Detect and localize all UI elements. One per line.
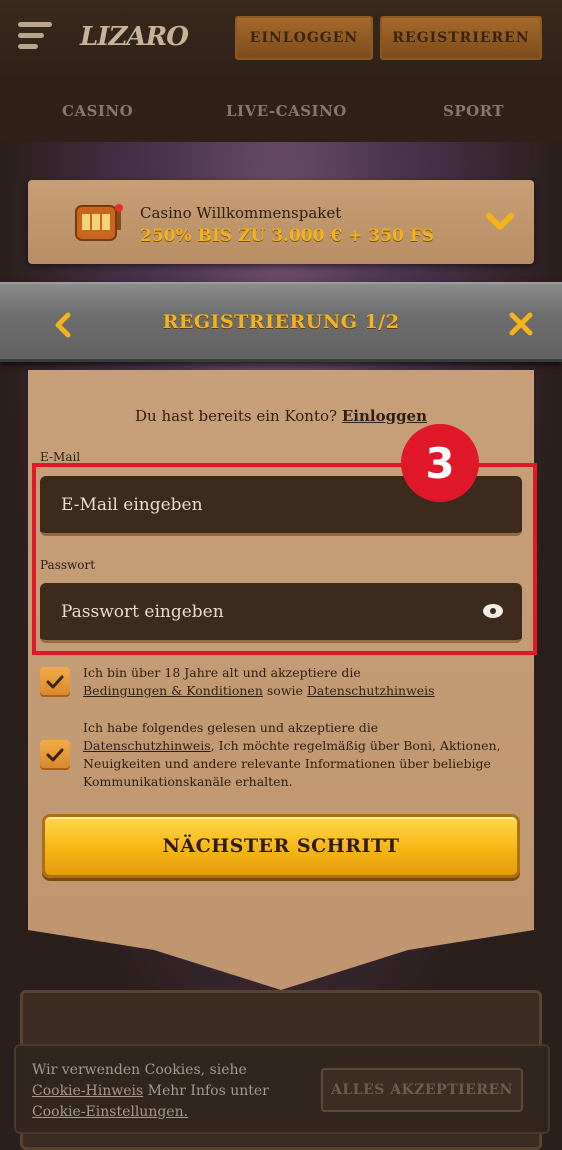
login-button[interactable]: EINLOGGEN [235,16,373,60]
slot-machine-icon [75,204,123,241]
password-field[interactable]: Passwort eingeben [40,583,522,643]
marketing-consent-text: Ich habe folgendes gelesen und akzeptier… [83,719,528,791]
parchment-tail [28,920,534,990]
register-button[interactable]: REGISTRIEREN [380,16,542,60]
login-link[interactable]: Einloggen [342,407,427,425]
have-account-text: Du hast bereits ein Konto? [134,407,338,425]
consent2-text: Ich habe folgendes gelesen und akzeptier… [83,720,379,735]
cookie-text-intro: Wir verwenden Cookies, siehe [32,1062,247,1078]
promo-title: Casino Willkommenspaket [140,204,342,222]
cookie-text-middle: Mehr Infos unter [147,1083,269,1099]
chevron-down-icon[interactable] [486,210,514,234]
logo[interactable]: LIZARO [80,22,189,52]
checkmark-icon [46,675,64,689]
email-placeholder: E-Mail eingeben [61,494,203,515]
terms-link[interactable]: Bedingungen & Konditionen [83,683,263,698]
promo-banner[interactable]: Casino Willkommenspaket 250% BIS ZU 3.00… [28,180,534,264]
close-icon[interactable] [508,311,534,337]
consent1-text: Ich bin über 18 Jahre alt und akzeptiere… [83,665,361,680]
age-terms-consent-text: Ich bin über 18 Jahre alt und akzeptiere… [83,664,528,700]
have-account-line: Du hast bereits ein Konto? Einloggen [0,407,562,425]
privacy-link-2[interactable]: Datenschutzhinweis [83,738,211,753]
next-step-button[interactable]: NÄCHSTER SCHRITT [42,814,520,878]
registration-title: REGISTRIERUNG 1/2 [162,311,400,333]
eye-icon[interactable] [482,603,504,619]
top-bar: LIZARO EINLOGGEN REGISTRIEREN [0,0,562,80]
main-nav: CASINO LIVE-CASINO SPORT [0,80,562,142]
cookie-notice-link[interactable]: Cookie-Hinweis [32,1083,143,1099]
menu-icon[interactable] [18,22,52,56]
marketing-consent-checkbox[interactable] [40,740,70,770]
annotation-step-badge: 3 [401,424,479,502]
cookie-settings-link[interactable]: Cookie-Einstellungen. [32,1104,188,1120]
nav-item-casino[interactable]: CASINO [62,102,133,120]
email-label: E-Mail [40,450,81,464]
password-placeholder: Passwort eingeben [61,601,224,622]
nav-item-live-casino[interactable]: LIVE-CASINO [226,102,347,120]
promo-subtitle: 250% BIS ZU 3.000 € + 350 FS [140,226,435,246]
accept-all-cookies-button[interactable]: ALLES AKZEPTIEREN [321,1068,523,1112]
consent1-middle: sowie [266,683,303,698]
privacy-link[interactable]: Datenschutzhinweis [307,683,435,698]
age-terms-checkbox[interactable] [40,667,70,697]
cookie-banner: Wir verwenden Cookies, siehe Cookie-Hinw… [14,1044,550,1134]
nav-item-sport[interactable]: SPORT [443,102,504,120]
password-label: Passwort [40,558,96,572]
cookie-text: Wir verwenden Cookies, siehe Cookie-Hinw… [32,1060,312,1123]
checkmark-icon [46,748,64,762]
registration-header: REGISTRIERUNG 1/2 [0,282,562,362]
